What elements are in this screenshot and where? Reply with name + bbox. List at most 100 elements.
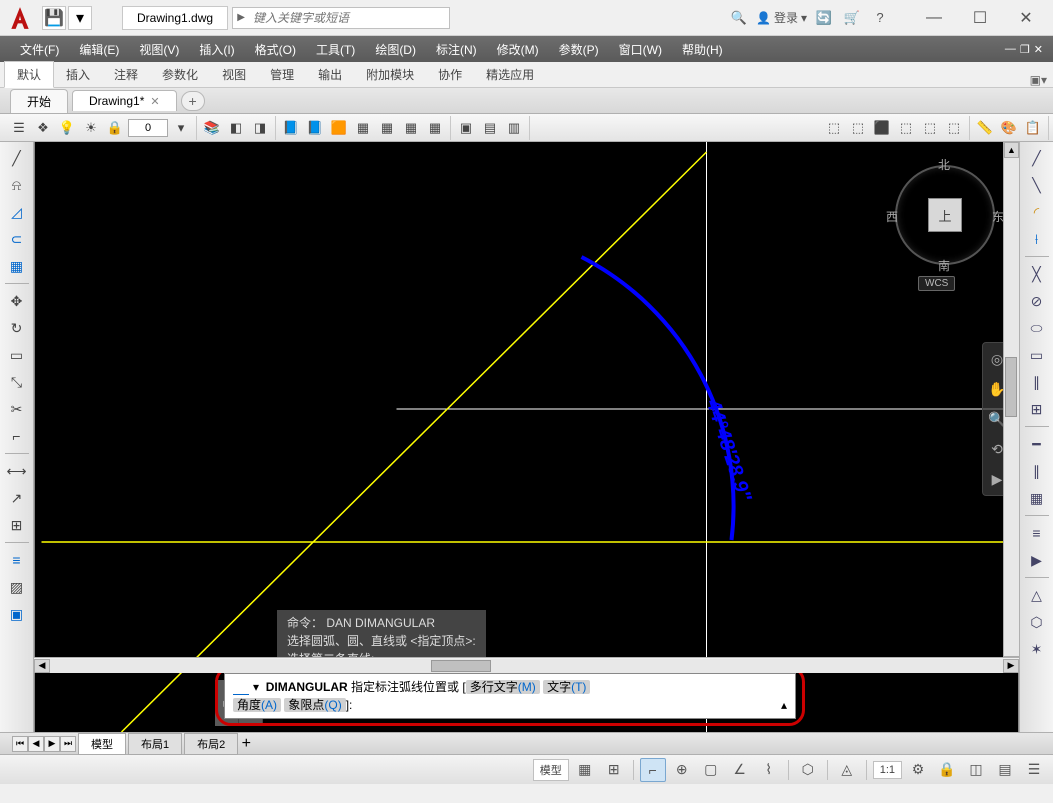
layout-nav-first[interactable]: ⏮	[12, 736, 28, 752]
doc-restore[interactable]: ❐	[1020, 43, 1030, 56]
m-measure-icon[interactable]: ━	[1024, 432, 1050, 456]
menu-tools[interactable]: 工具(T)	[306, 37, 365, 62]
layout-add-button[interactable]: +	[238, 735, 254, 753]
polar-icon[interactable]: ⊕	[669, 758, 695, 782]
line-icon[interactable]: ╱	[4, 146, 30, 170]
layers-icon[interactable]: 📚	[201, 117, 223, 139]
angle-icon[interactable]: ∠	[727, 758, 753, 782]
table-icon[interactable]: ⊞	[4, 513, 30, 537]
snap-icon[interactable]: ⌐	[640, 758, 666, 782]
m-dim-icon[interactable]: ⟊	[1024, 227, 1050, 251]
layers6-icon[interactable]: ▦	[376, 117, 398, 139]
chevron-down-icon[interactable]: ▾	[170, 117, 192, 139]
viewcube-north[interactable]: 北	[938, 156, 950, 173]
ruler-icon[interactable]: 📏	[974, 117, 996, 139]
m-play-icon[interactable]: ▶	[1024, 548, 1050, 572]
select6-icon[interactable]: ⬚	[943, 117, 965, 139]
menu-format[interactable]: 格式(O)	[245, 37, 306, 62]
menu-help[interactable]: 帮助(H)	[672, 37, 733, 62]
menu-draw[interactable]: 绘图(D)	[365, 37, 426, 62]
layout-tab-layout1[interactable]: 布局1	[128, 733, 182, 755]
lock2-icon[interactable]: 🔒	[934, 758, 960, 782]
menu-modify[interactable]: 修改(M)	[487, 37, 549, 62]
chevron-up-icon[interactable]: ▴	[781, 696, 787, 714]
doc-tab-start[interactable]: 开始	[10, 89, 68, 113]
ribbon-tab-manage[interactable]: 管理	[258, 62, 306, 87]
m-para2-icon[interactable]: ∥	[1024, 459, 1050, 483]
ribbon-tab-parametric[interactable]: 参数化	[150, 62, 210, 87]
m-rect-icon[interactable]: ▭	[1024, 343, 1050, 367]
layer-props-icon[interactable]: ☰	[8, 117, 30, 139]
save-icon[interactable]: 💾	[42, 6, 66, 30]
xref-icon[interactable]: ▤	[479, 117, 501, 139]
layout-tab-model[interactable]: 模型	[78, 733, 126, 755]
layers5-icon[interactable]: ▦	[352, 117, 374, 139]
m-arc-icon[interactable]: ◜	[1024, 200, 1050, 224]
viewcube-west[interactable]: 西	[886, 208, 898, 225]
status-space[interactable]: 模型	[533, 759, 569, 781]
m-ellipse-icon[interactable]: ⬭	[1024, 316, 1050, 340]
layeriso2-icon[interactable]: ◨	[249, 117, 271, 139]
ribbon-tab-featured[interactable]: 精选应用	[474, 62, 546, 87]
layout-nav-next[interactable]: ▶	[44, 736, 60, 752]
horizontal-scrollbar[interactable]: ◀ ▶	[34, 657, 1019, 673]
scroll-thumb[interactable]	[1005, 357, 1017, 417]
m-star-icon[interactable]: ✶	[1024, 637, 1050, 661]
move-icon[interactable]: ✥	[4, 289, 30, 313]
hatch2-icon[interactable]: ▨	[4, 575, 30, 599]
ribbon-tab-addins[interactable]: 附加模块	[354, 62, 426, 87]
close-button[interactable]: ✕	[1003, 3, 1049, 33]
new-tab-button[interactable]: +	[181, 91, 205, 111]
maximize-button[interactable]: ☐	[957, 3, 1003, 33]
ribbon-tab-collab[interactable]: 协作	[426, 62, 474, 87]
m-tri-icon[interactable]: △	[1024, 583, 1050, 607]
m-hex-icon[interactable]: ⬡	[1024, 610, 1050, 634]
block-icon[interactable]: ▣	[455, 117, 477, 139]
rotate-icon[interactable]: ↻	[4, 316, 30, 340]
app-logo[interactable]	[0, 0, 40, 36]
minimize-button[interactable]: —	[911, 3, 957, 33]
menu-parametric[interactable]: 参数(P)	[549, 37, 609, 62]
fillet-icon[interactable]: ⌐	[4, 424, 30, 448]
binoculars-icon[interactable]: 🔍	[728, 7, 750, 29]
3dosnap-icon[interactable]: ⬡	[795, 758, 821, 782]
custom-icon[interactable]: ☰	[1021, 758, 1047, 782]
view-cube[interactable]: 上 北 南 东 西 WCS	[890, 160, 1000, 270]
doc-tab-drawing1[interactable]: Drawing1*✕	[72, 90, 177, 111]
clipboard-icon[interactable]: 📋	[1022, 117, 1044, 139]
menu-window[interactable]: 窗口(W)	[609, 37, 672, 62]
m-text-icon[interactable]: ≡	[1024, 521, 1050, 545]
viewcube-top[interactable]: 上	[928, 198, 962, 232]
qat-dropdown-icon[interactable]: ▾	[68, 6, 92, 30]
doc-minimize[interactable]: —	[1005, 43, 1016, 55]
grid-icon[interactable]: ▦	[572, 758, 598, 782]
cart-icon[interactable]: 🛒	[841, 7, 863, 29]
scroll-left-arrow[interactable]: ◀	[34, 659, 50, 673]
mirror-icon[interactable]: ◿	[4, 200, 30, 224]
scissors-icon[interactable]: ✂	[4, 397, 30, 421]
spline-icon[interactable]: ⊂	[4, 227, 30, 251]
menu-view[interactable]: 视图(V)	[129, 37, 189, 62]
array-icon[interactable]: ▦	[4, 254, 30, 278]
active-file-tab[interactable]: Drawing1.dwg	[122, 6, 228, 30]
layout-nav-last[interactable]: ⏭	[60, 736, 76, 752]
layers4-icon[interactable]: 🟧	[328, 117, 350, 139]
layers3-icon[interactable]: 📘	[304, 117, 326, 139]
m-parallel-icon[interactable]: ∥	[1024, 370, 1050, 394]
select5-icon[interactable]: ⬚	[919, 117, 941, 139]
m-xline-icon[interactable]: ╲	[1024, 173, 1050, 197]
ribbon-tab-output[interactable]: 输出	[306, 62, 354, 87]
doc-close[interactable]: ✕	[1034, 43, 1043, 56]
scroll-right-arrow[interactable]: ▶	[1003, 659, 1019, 673]
search-input[interactable]	[249, 11, 449, 25]
search-box[interactable]: ▶	[232, 7, 450, 29]
scale-icon[interactable]: ▤	[992, 758, 1018, 782]
scroll-up-arrow[interactable]: ▲	[1004, 142, 1019, 158]
sun-icon[interactable]: ☀	[80, 117, 102, 139]
ribbon-tab-view[interactable]: 视图	[210, 62, 258, 87]
ribbon-collapse-icon[interactable]: ▣▾	[1030, 73, 1047, 87]
rectangle-icon[interactable]: ▭	[4, 343, 30, 367]
m-circle-icon[interactable]: ⊘	[1024, 289, 1050, 313]
palette-icon[interactable]: 🎨	[998, 117, 1020, 139]
m-grid-icon[interactable]: ⊞	[1024, 397, 1050, 421]
